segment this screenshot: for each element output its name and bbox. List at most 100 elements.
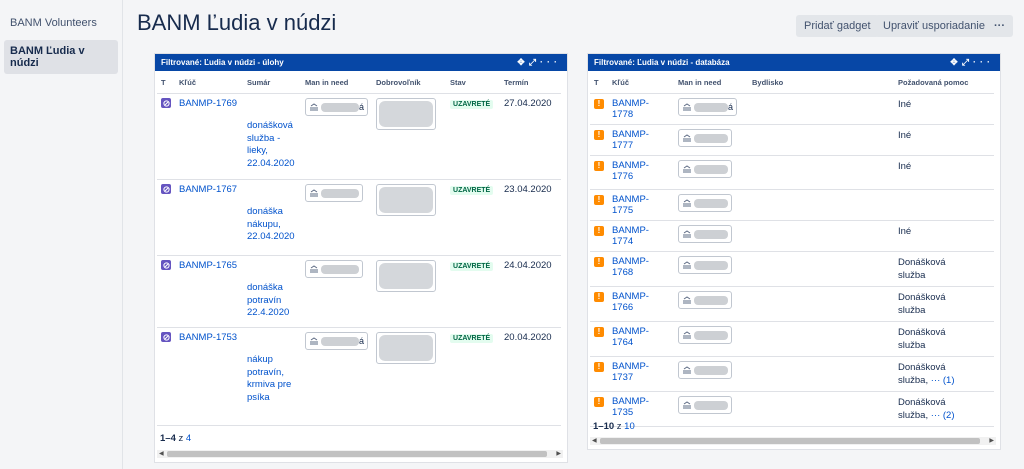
- user-chip[interactable]: á: [305, 98, 369, 116]
- add-gadget-button[interactable]: Pridať gadget: [796, 15, 879, 37]
- issue-summary-link[interactable]: donášková služba - lieky, 22.04.2020: [247, 98, 297, 170]
- sidebar-item-banm-volunteers[interactable]: BANM Volunteers: [4, 12, 118, 34]
- col-header[interactable]: T: [590, 71, 608, 94]
- table-row[interactable]: BANMP-1753 nákup potravín, krmiva pre psí…: [157, 327, 561, 426]
- col-header[interactable]: Kľúč: [175, 71, 243, 94]
- scroll-left-icon[interactable]: ◀: [592, 437, 597, 444]
- issue-key-link[interactable]: BANMP-1735: [612, 396, 649, 418]
- more-help-link[interactable]: ··· (2): [931, 410, 955, 421]
- issue-key-link[interactable]: BANMP-1777: [612, 129, 649, 151]
- help-type: Iné: [898, 130, 912, 141]
- table-row[interactable]: ! BANMP-1737 Donášková služba, ··· (1): [590, 356, 994, 392]
- user-chip[interactable]: [678, 225, 732, 243]
- due-date: 23.04.2020: [504, 184, 552, 195]
- residence-cell: [748, 124, 894, 156]
- status-badge: UZAVRETÉ: [450, 186, 494, 195]
- issue-summary-link[interactable]: nákup potravín, krmiva pre psíka: [247, 332, 297, 404]
- table-row[interactable]: ! BANMP-1775: [590, 189, 994, 221]
- issue-key-link[interactable]: BANMP-1753: [179, 332, 237, 343]
- maximize-icon[interactable]: ⤢: [529, 57, 540, 67]
- user-chip[interactable]: á: [678, 98, 738, 116]
- scroll-thumb[interactable]: [600, 438, 980, 444]
- table-row[interactable]: ! BANMP-1768 Donášková služba: [590, 251, 994, 287]
- volunteer-chip[interactable]: [376, 332, 437, 364]
- more-options-button[interactable]: ···: [986, 15, 1013, 37]
- move-icon[interactable]: ✥: [517, 57, 529, 67]
- issue-key-link[interactable]: BANMP-1767: [179, 184, 237, 195]
- scroll-right-icon[interactable]: ▶: [556, 450, 561, 457]
- issue-key-link[interactable]: BANMP-1776: [612, 160, 649, 182]
- maximize-icon[interactable]: ⤢: [962, 57, 973, 67]
- status-badge: UZAVRETÉ: [450, 100, 494, 109]
- user-avatar-icon: [682, 133, 692, 143]
- issue-key-link[interactable]: BANMP-1769: [179, 98, 237, 109]
- edit-layout-button[interactable]: Upraviť usporiadanie: [875, 15, 993, 37]
- col-header[interactable]: Kľúč: [608, 71, 674, 94]
- user-chip[interactable]: [678, 361, 732, 379]
- table-row[interactable]: ! BANMP-1766 Donášková služba: [590, 286, 994, 322]
- user-chip[interactable]: [678, 326, 732, 344]
- issue-key-link[interactable]: BANMP-1764: [612, 326, 649, 348]
- required-help: Iné: [898, 160, 960, 173]
- move-icon[interactable]: ✥: [950, 57, 962, 67]
- scroll-left-icon[interactable]: ◀: [159, 450, 164, 457]
- issue-key-link[interactable]: BANMP-1778: [612, 98, 649, 120]
- issue-key-link[interactable]: BANMP-1765: [179, 260, 237, 271]
- issue-summary-link[interactable]: donáška potravín 22.4.2020: [247, 260, 297, 320]
- volunteer-chip[interactable]: [376, 260, 437, 292]
- issue-key-link[interactable]: BANMP-1768: [612, 256, 649, 278]
- required-help: Donášková služba, ··· (1): [898, 361, 960, 387]
- table-row[interactable]: BANMP-1765 donáška potravín 22.4.2020 UZAV…: [157, 255, 561, 328]
- redacted-name: [694, 133, 728, 143]
- table-row[interactable]: ! BANMP-1778 á Iné: [590, 93, 994, 125]
- issue-key-link[interactable]: BANMP-1766: [612, 291, 649, 313]
- user-chip[interactable]: [678, 129, 732, 147]
- residence-cell: [748, 321, 894, 357]
- gadget-menu-icon[interactable]: ···: [973, 57, 994, 67]
- col-header[interactable]: Sumár: [243, 71, 301, 94]
- col-header[interactable]: Termín: [500, 71, 561, 94]
- user-chip[interactable]: [678, 160, 732, 178]
- exclamation-icon: !: [594, 256, 604, 267]
- table-row[interactable]: ! BANMP-1777 Iné: [590, 124, 994, 156]
- volunteer-chip[interactable]: [376, 98, 437, 130]
- issue-key-link[interactable]: BANMP-1774: [612, 225, 649, 247]
- user-chip[interactable]: [305, 260, 363, 278]
- user-chip[interactable]: [678, 256, 732, 274]
- due-date: 24.04.2020: [504, 260, 552, 271]
- issue-summary-link[interactable]: donáška nákupu, 22.04.2020: [247, 184, 297, 244]
- table-row[interactable]: ! BANMP-1774 Iné: [590, 220, 994, 252]
- scroll-right-icon[interactable]: ▶: [989, 437, 994, 444]
- user-chip[interactable]: [678, 194, 732, 212]
- gadget-title: Filtrované: Ľudia v núdzi - úlohy: [161, 58, 284, 67]
- table-row[interactable]: ! BANMP-1764 Donášková služba: [590, 321, 994, 357]
- col-header[interactable]: Man in need: [301, 71, 373, 94]
- pager-total[interactable]: 10: [624, 421, 635, 432]
- table-row[interactable]: ! BANMP-1735 Donášková služba, ··· (2): [590, 391, 994, 427]
- issue-key-link[interactable]: BANMP-1775: [612, 194, 649, 216]
- user-chip[interactable]: [305, 184, 363, 202]
- gadget-menu-icon[interactable]: ···: [540, 57, 561, 67]
- issue-key-link[interactable]: BANMP-1737: [612, 361, 649, 383]
- col-header[interactable]: Man in need: [674, 71, 748, 94]
- pager-total[interactable]: 4: [186, 433, 191, 444]
- volunteer-chip[interactable]: [376, 184, 437, 216]
- col-header[interactable]: Bydlisko: [748, 71, 894, 94]
- col-header[interactable]: Dobrovoľník: [372, 71, 447, 94]
- user-chip[interactable]: [678, 396, 732, 414]
- table-row[interactable]: BANMP-1767 donáška nákupu, 22.04.2020 UZAV…: [157, 179, 561, 256]
- more-help-link[interactable]: ··· (1): [931, 375, 955, 386]
- gadget-header: Filtrované: Ľudia v núdzi - úlohy ✥⤢···: [155, 54, 567, 71]
- scroll-thumb[interactable]: [167, 451, 547, 457]
- col-header[interactable]: Stav: [446, 71, 501, 94]
- table-row[interactable]: BANMP-1769 donášková služba - lieky, 22.0…: [157, 93, 561, 180]
- user-chip[interactable]: á: [305, 332, 369, 350]
- col-header[interactable]: T: [157, 71, 175, 94]
- col-header[interactable]: Požadovaná pomoc: [894, 71, 994, 94]
- table-row[interactable]: ! BANMP-1776 Iné: [590, 155, 994, 190]
- user-chip[interactable]: [678, 291, 732, 309]
- redacted-name: [321, 102, 359, 112]
- horizontal-scrollbar[interactable]: ◀ ▶: [590, 437, 996, 445]
- sidebar-item-banm-ludia[interactable]: BANM Ľudia v núdzi: [4, 40, 118, 74]
- horizontal-scrollbar[interactable]: ◀ ▶: [157, 450, 563, 458]
